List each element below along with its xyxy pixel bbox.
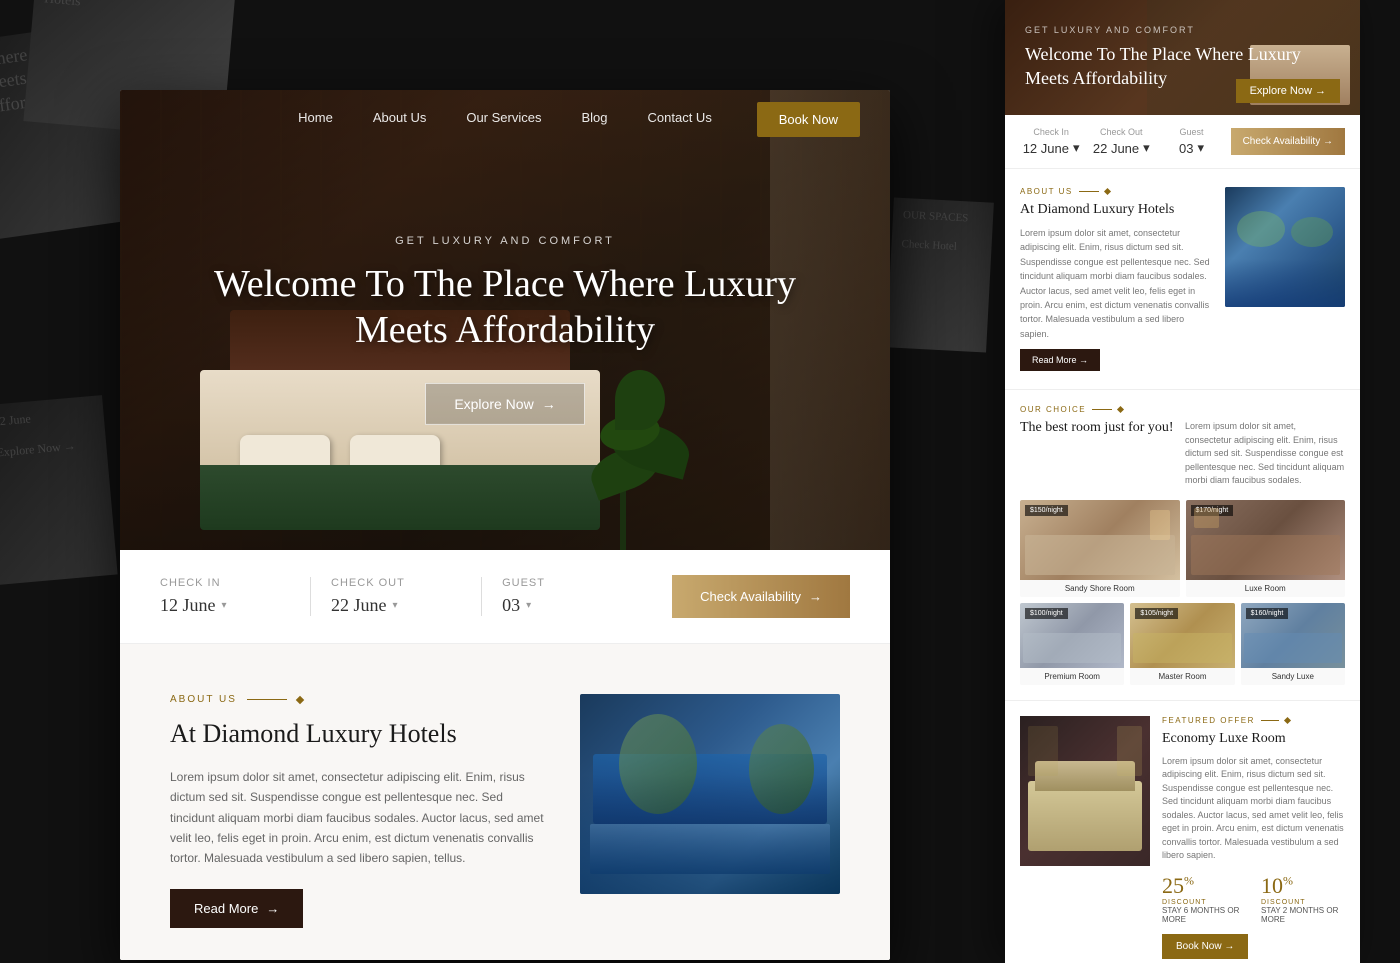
discount-pct-1: 25% [1162, 873, 1246, 899]
room-name-luxe: Luxe Room [1186, 580, 1346, 597]
featured-eyebrow-line [1261, 720, 1279, 721]
right-about-section: ABOUT US At Diamond Luxury Hotels Lorem … [1005, 169, 1360, 390]
about-title: At Diamond Luxury Hotels [170, 717, 550, 751]
room-card-sandy[interactable]: $150/night Sandy Shore Room [1020, 500, 1180, 597]
right-rooms-diamond [1117, 406, 1124, 413]
about-text: ABOUT US At Diamond Luxury Hotels Lorem … [170, 694, 550, 928]
nav-blog[interactable]: Blog [581, 110, 607, 125]
right-checkout-field[interactable]: Check Out 22 June ▾ [1090, 127, 1152, 156]
discount-block-1: 25% DISCOUNT STAY 6 MONTHS OR MORE [1162, 873, 1246, 924]
featured-desc: Lorem ipsum dolor sit amet, consectetur … [1162, 755, 1345, 863]
right-about-eyebrow: ABOUT US [1020, 187, 1213, 196]
room-card-premium[interactable]: $100/night Premium Room [1020, 603, 1124, 685]
room-price-sandy-lux: $160/night [1246, 608, 1289, 619]
right-checkin-field[interactable]: Check In 12 June ▾ [1020, 127, 1082, 156]
about-eyebrow: ABOUT US [170, 694, 550, 705]
right-rooms-desc: Lorem ipsum dolor sit amet, consectetur … [1185, 420, 1345, 488]
right-rooms-header: The best room just for you! Lorem ipsum … [1020, 420, 1345, 488]
nav-about[interactable]: About Us [373, 110, 426, 125]
right-about-photo [1225, 187, 1345, 307]
room-price-sandy: $150/night [1025, 505, 1068, 516]
checkout-field[interactable]: Check out 22 June ▾ [311, 577, 482, 616]
guest-label: Guest [502, 577, 632, 589]
right-panel-mockup: GET LUXURY AND COMFORT Welcome To The Pl… [1005, 0, 1360, 963]
room-name-sandy-lux: Sandy Luxe [1241, 668, 1345, 685]
right-hero: GET LUXURY AND COMFORT Welcome To The Pl… [1005, 0, 1360, 115]
right-check-availability-button[interactable]: Check Availability → [1231, 128, 1345, 155]
room-card-master[interactable]: $105/night Master Room [1130, 603, 1234, 685]
right-about-text: ABOUT US At Diamond Luxury Hotels Lorem … [1020, 187, 1213, 371]
hero-section: Home About Us Our Services Blog Contact … [120, 90, 890, 550]
right-booking-bar: Check In 12 June ▾ Check Out 22 June ▾ G… [1005, 115, 1360, 169]
discount-sub-1: STAY 6 MONTHS OR MORE [1162, 906, 1246, 924]
featured-eyebrow: FEATURED OFFER [1162, 716, 1345, 725]
right-about-title: At Diamond Luxury Hotels [1020, 202, 1213, 218]
featured-title: Economy Luxe Room [1162, 731, 1345, 747]
about-image [580, 694, 840, 928]
room-name-master: Master Room [1130, 668, 1234, 685]
book-now-button[interactable]: Book Now [757, 102, 860, 137]
checkin-field[interactable]: Check in 12 June ▾ [160, 577, 311, 616]
featured-eyebrow-diamond [1284, 717, 1291, 724]
about-photo [580, 694, 840, 894]
eyebrow-line [247, 699, 287, 700]
checkin-arrow: ▾ [222, 600, 227, 611]
main-website-mockup: Home About Us Our Services Blog Contact … [120, 90, 890, 960]
right-about-body: Lorem ipsum dolor sit amet, consectetur … [1020, 226, 1213, 341]
right-hero-eyebrow: GET LUXURY AND COMFORT [1025, 25, 1340, 35]
checkin-value: 12 June [160, 595, 216, 616]
guest-arrow: ▾ [526, 600, 531, 611]
discount-block-2: 10% DISCOUNT STAY 2 MONTHS OR MORE [1261, 873, 1345, 924]
eyebrow-diamond [296, 695, 304, 703]
discount-row: 25% DISCOUNT STAY 6 MONTHS OR MORE 10% D… [1162, 873, 1345, 924]
room-price-master: $105/night [1135, 608, 1178, 619]
right-read-more-button[interactable]: Read More → [1020, 349, 1100, 371]
right-guest-field[interactable]: Guest 03 ▾ [1160, 127, 1222, 156]
discount-sub-2: STAY 2 MONTHS OR MORE [1261, 906, 1345, 924]
room-card-sandy-lux[interactable]: $160/night Sandy Luxe [1241, 603, 1345, 685]
featured-room-image [1020, 716, 1150, 866]
rooms-bottom-row: $100/night Premium Room $105/night Maste… [1020, 603, 1345, 685]
nav-home[interactable]: Home [298, 110, 333, 125]
read-more-button[interactable]: Read More → [170, 889, 303, 928]
right-rooms-eyebrow: OUR CHOICE [1020, 405, 1345, 414]
nav-services[interactable]: Our Services [466, 110, 541, 125]
nav-contact[interactable]: Contact Us [648, 110, 712, 125]
right-rooms-eyebrow-line [1092, 409, 1112, 410]
rooms-top-row: $150/night Sandy Shore Room $170/night L… [1020, 500, 1345, 597]
featured-text: FEATURED OFFER Economy Luxe Room Lorem i… [1162, 716, 1345, 959]
featured-book-now-button[interactable]: Book Now → [1162, 934, 1248, 959]
guest-value: 03 [502, 595, 520, 616]
right-rooms-section: OUR CHOICE The best room just for you! L… [1005, 390, 1360, 701]
check-availability-button[interactable]: Check Availability → [672, 575, 850, 618]
checkout-label: Check out [331, 577, 461, 589]
booking-bar: Check in 12 June ▾ Check out 22 June ▾ G… [120, 550, 890, 644]
hero-content: GET LUXURY AND COMFORT Welcome To The Pl… [205, 235, 805, 425]
room-name-premium: Premium Room [1020, 668, 1124, 685]
checkout-arrow: ▾ [393, 600, 398, 611]
about-section: ABOUT US At Diamond Luxury Hotels Lorem … [120, 644, 890, 960]
checkin-label: Check in [160, 577, 290, 589]
guest-field[interactable]: Guest 03 ▾ [482, 577, 652, 616]
navigation: Home About Us Our Services Blog Contact … [120, 90, 890, 145]
hero-title: Welcome To The Place Where Luxury Meets … [205, 262, 805, 353]
explore-now-button[interactable]: Explore Now → [425, 383, 584, 425]
right-rooms-title: The best room just for you! [1020, 420, 1174, 436]
room-card-luxe[interactable]: $170/night Luxe Room [1186, 500, 1346, 597]
hero-eyebrow: GET LUXURY AND COMFORT [205, 235, 805, 247]
about-body: Lorem ipsum dolor sit amet, consectetur … [170, 767, 550, 869]
right-hero-title: Welcome To The Place Where Luxury Meets … [1025, 43, 1340, 90]
discount-pct-2: 10% [1261, 873, 1345, 899]
discount-label-1: DISCOUNT [1162, 899, 1246, 906]
right-eyebrow-line [1079, 191, 1099, 192]
discount-label-2: DISCOUNT [1261, 899, 1345, 906]
room-name-sandy: Sandy Shore Room [1020, 580, 1180, 597]
right-eyebrow-diamond [1104, 188, 1111, 195]
right-featured-section: FEATURED OFFER Economy Luxe Room Lorem i… [1005, 701, 1360, 963]
room-price-premium: $100/night [1025, 608, 1068, 619]
checkout-value: 22 June [331, 595, 387, 616]
